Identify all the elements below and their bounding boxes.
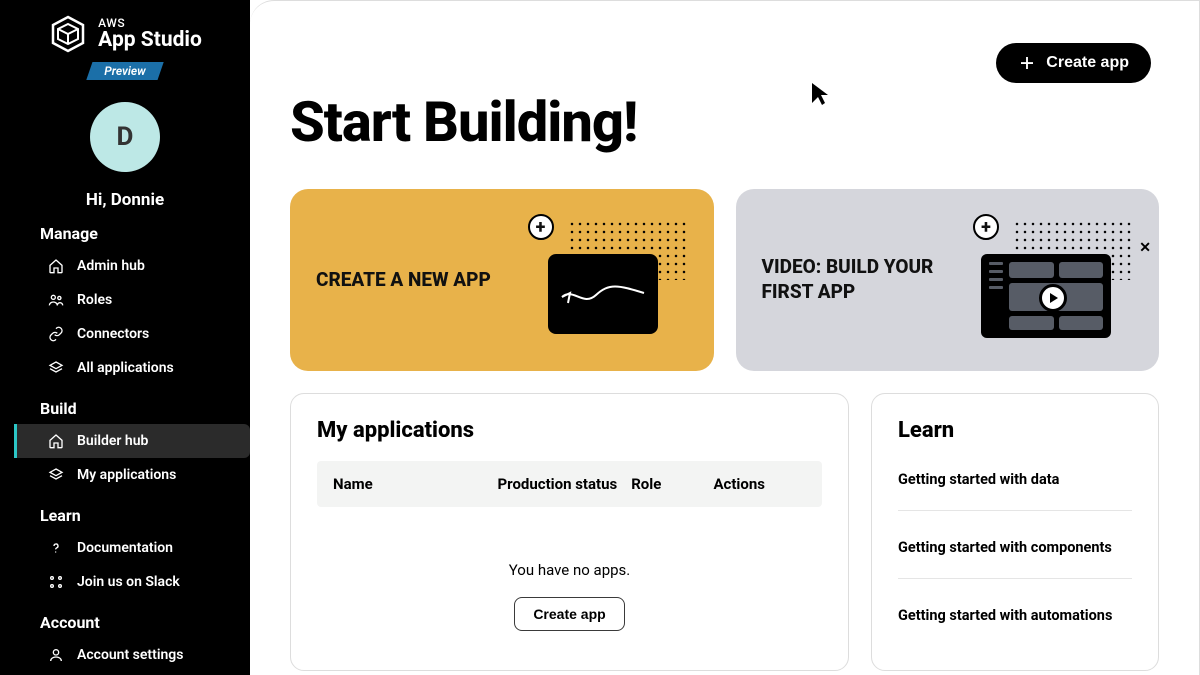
user-icon	[47, 646, 65, 664]
nav-label: All applications	[77, 360, 174, 376]
sidebar-item-account-settings[interactable]: Account settings	[0, 638, 250, 672]
card-video-first-app[interactable]: VIDEO: BUILD YOUR FIRST APP + ✕	[736, 189, 1160, 371]
col-status: Production status	[498, 475, 632, 493]
preview-badge: Preview	[86, 62, 163, 80]
close-icon: ✕	[1139, 240, 1151, 256]
play-icon	[1039, 284, 1067, 312]
avatar[interactable]: D	[90, 102, 160, 172]
empty-message: You have no apps.	[317, 561, 822, 579]
col-actions: Actions	[713, 475, 806, 493]
sidebar-item-roles[interactable]: Roles	[0, 283, 250, 317]
col-role: Role	[631, 475, 713, 493]
nav-label: Account settings	[77, 647, 183, 663]
learn-title: Learn	[898, 418, 1132, 443]
stack-icon	[47, 359, 65, 377]
nav-label: Join us on Slack	[77, 574, 180, 590]
link-icon	[47, 325, 65, 343]
apps-empty-state: You have no apps. Create app	[317, 561, 822, 631]
create-app-button[interactable]: Create app	[996, 43, 1151, 83]
user-block: D Hi, Donnie	[0, 102, 250, 210]
section-manage-label: Manage	[0, 210, 250, 249]
card-video-illustration: + ✕	[973, 220, 1133, 340]
stack-icon	[47, 466, 65, 484]
empty-create-app-button[interactable]: Create app	[514, 597, 624, 631]
sidebar: AWS App Studio Preview D Hi, Donnie Mana…	[0, 0, 250, 675]
nav-label: Connectors	[77, 326, 149, 342]
apps-table-header: Name Production status Role Actions	[317, 461, 822, 507]
learn-item-components[interactable]: Getting started with components	[898, 511, 1132, 579]
home-icon	[47, 257, 65, 275]
learn-panel: Learn Getting started with data Getting …	[871, 393, 1159, 671]
sidebar-item-slack[interactable]: Join us on Slack	[0, 565, 250, 599]
home-icon	[47, 432, 65, 450]
sidebar-item-documentation[interactable]: Documentation	[0, 531, 250, 565]
nav-label: Admin hub	[77, 258, 145, 274]
sidebar-item-connectors[interactable]: Connectors	[0, 317, 250, 351]
learn-item-data[interactable]: Getting started with data	[898, 461, 1132, 511]
brand-block: AWS App Studio Preview	[0, 14, 250, 80]
create-app-label: Create app	[1046, 54, 1129, 72]
page-title: Start Building!	[290, 89, 1159, 155]
plus-circle-icon: +	[973, 214, 999, 240]
plus-circle-icon: +	[528, 214, 554, 240]
my-applications-title: My applications	[317, 418, 822, 443]
section-build-label: Build	[0, 385, 250, 424]
card-create-illustration: +	[528, 220, 688, 340]
my-applications-panel: My applications Name Production status R…	[290, 393, 849, 671]
sidebar-item-admin-hub[interactable]: Admin hub	[0, 249, 250, 283]
people-icon	[47, 291, 65, 309]
nav-label: Documentation	[77, 540, 173, 556]
sidebar-item-builder-hub[interactable]: Builder hub	[14, 424, 250, 458]
section-account-label: Account	[0, 599, 250, 638]
nav-label: My applications	[77, 467, 176, 483]
nav-label: Roles	[77, 292, 112, 308]
brand-bottom-label: App Studio	[98, 29, 202, 51]
plus-icon	[1018, 54, 1036, 72]
app-logo-icon	[48, 14, 88, 54]
brand-text: AWS App Studio	[98, 17, 202, 52]
question-icon	[47, 539, 65, 557]
section-learn-label: Learn	[0, 492, 250, 531]
greeting-text: Hi, Donnie	[86, 190, 164, 210]
card-create-new-app[interactable]: CREATE A NEW APP +	[290, 189, 714, 371]
nav-label: Builder hub	[77, 433, 148, 449]
sidebar-item-my-applications[interactable]: My applications	[0, 458, 250, 492]
sidebar-item-all-applications[interactable]: All applications	[0, 351, 250, 385]
card-video-title: VIDEO: BUILD YOUR FIRST APP	[762, 255, 942, 304]
learn-item-automations[interactable]: Getting started with automations	[898, 579, 1132, 646]
slack-icon	[47, 573, 65, 591]
col-name: Name	[333, 475, 498, 493]
card-create-title: CREATE A NEW APP	[316, 268, 491, 293]
main-content: Create app Start Building! CREATE A NEW …	[250, 0, 1200, 675]
